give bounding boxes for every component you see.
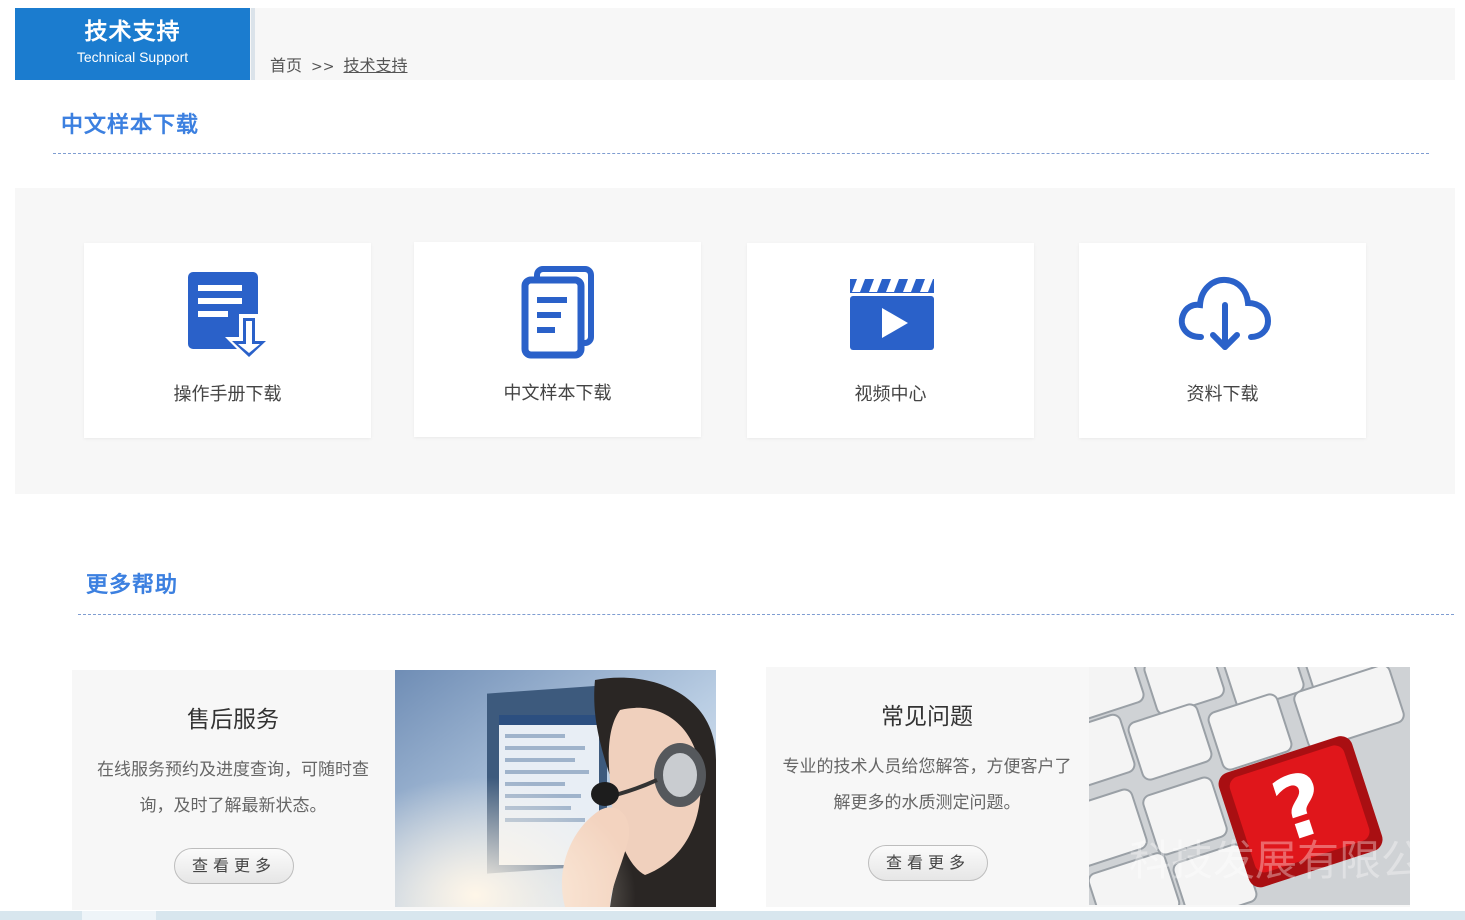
documents-icon (414, 264, 701, 364)
help-card-after-sales[interactable]: 售后服务 在线服务预约及进度查询，可随时查询，及时了解最新状态。 查看更多 (72, 670, 716, 910)
view-more-button[interactable]: 查看更多 (174, 848, 294, 884)
help-card-description: 专业的技术人员给您解答，方便客户了解更多的水质测定问题。 (782, 757, 1072, 813)
view-more-button[interactable]: 查看更多 (868, 845, 988, 881)
section-badge: 技术支持 Technical Support (15, 8, 250, 80)
help-card-faq[interactable]: 常见问题 专业的技术人员给您解答，方便客户了解更多的水质测定问题。 查看更多 ?… (766, 667, 1410, 907)
help-card-title: 常见问题 (881, 704, 973, 730)
breadcrumb-separator: >> (311, 59, 335, 75)
cloud-download-icon (1079, 265, 1366, 365)
watermark-text: 科技发展有限公司 (1129, 836, 1410, 885)
download-card-label: 视频中心 (854, 384, 927, 405)
footer-strip (0, 911, 1465, 920)
help-card-text: 常见问题 专业的技术人员给您解答，方便客户了解更多的水质测定问题。 查看更多 (766, 667, 1088, 907)
manual-download-icon (84, 265, 371, 365)
downloads-panel: 操作手册下载 中文样本下载 视频中心 资料下载 (15, 188, 1455, 494)
download-card-label: 中文样本下载 (503, 383, 612, 404)
download-card-label: 资料下载 (1186, 384, 1259, 405)
help-section-title: 更多帮助 (86, 573, 179, 598)
customer-service-photo (395, 670, 716, 907)
downloads-divider (53, 153, 1429, 154)
footer-tab (82, 911, 156, 920)
download-card-samples[interactable]: 中文样本下载 (414, 242, 701, 437)
download-card-video[interactable]: 视频中心 (747, 243, 1034, 438)
help-card-text: 售后服务 在线服务预约及进度查询，可随时查询，及时了解最新状态。 查看更多 (72, 670, 394, 910)
help-card-title: 售后服务 (187, 707, 279, 733)
download-card-materials[interactable]: 资料下载 (1079, 243, 1366, 438)
download-card-label: 操作手册下载 (173, 384, 282, 405)
download-card-manual[interactable]: 操作手册下载 (84, 243, 371, 438)
breadcrumb-home-link[interactable]: 首页 (270, 56, 302, 75)
video-clapper-icon (747, 265, 1034, 365)
badge-divider (251, 8, 255, 80)
breadcrumb-current-link[interactable]: 技术支持 (343, 56, 407, 75)
section-title-cn: 技术支持 (84, 19, 181, 45)
help-card-description: 在线服务预约及进度查询，可随时查询，及时了解最新状态。 (97, 760, 369, 816)
breadcrumb: 首页 >> 技术支持 (270, 52, 408, 76)
help-divider (78, 614, 1454, 615)
keyboard-question-photo: ? 科技发展有限公司 (1089, 667, 1410, 905)
downloads-section-title: 中文样本下载 (61, 113, 200, 138)
section-title-en: Technical Support (76, 49, 189, 65)
